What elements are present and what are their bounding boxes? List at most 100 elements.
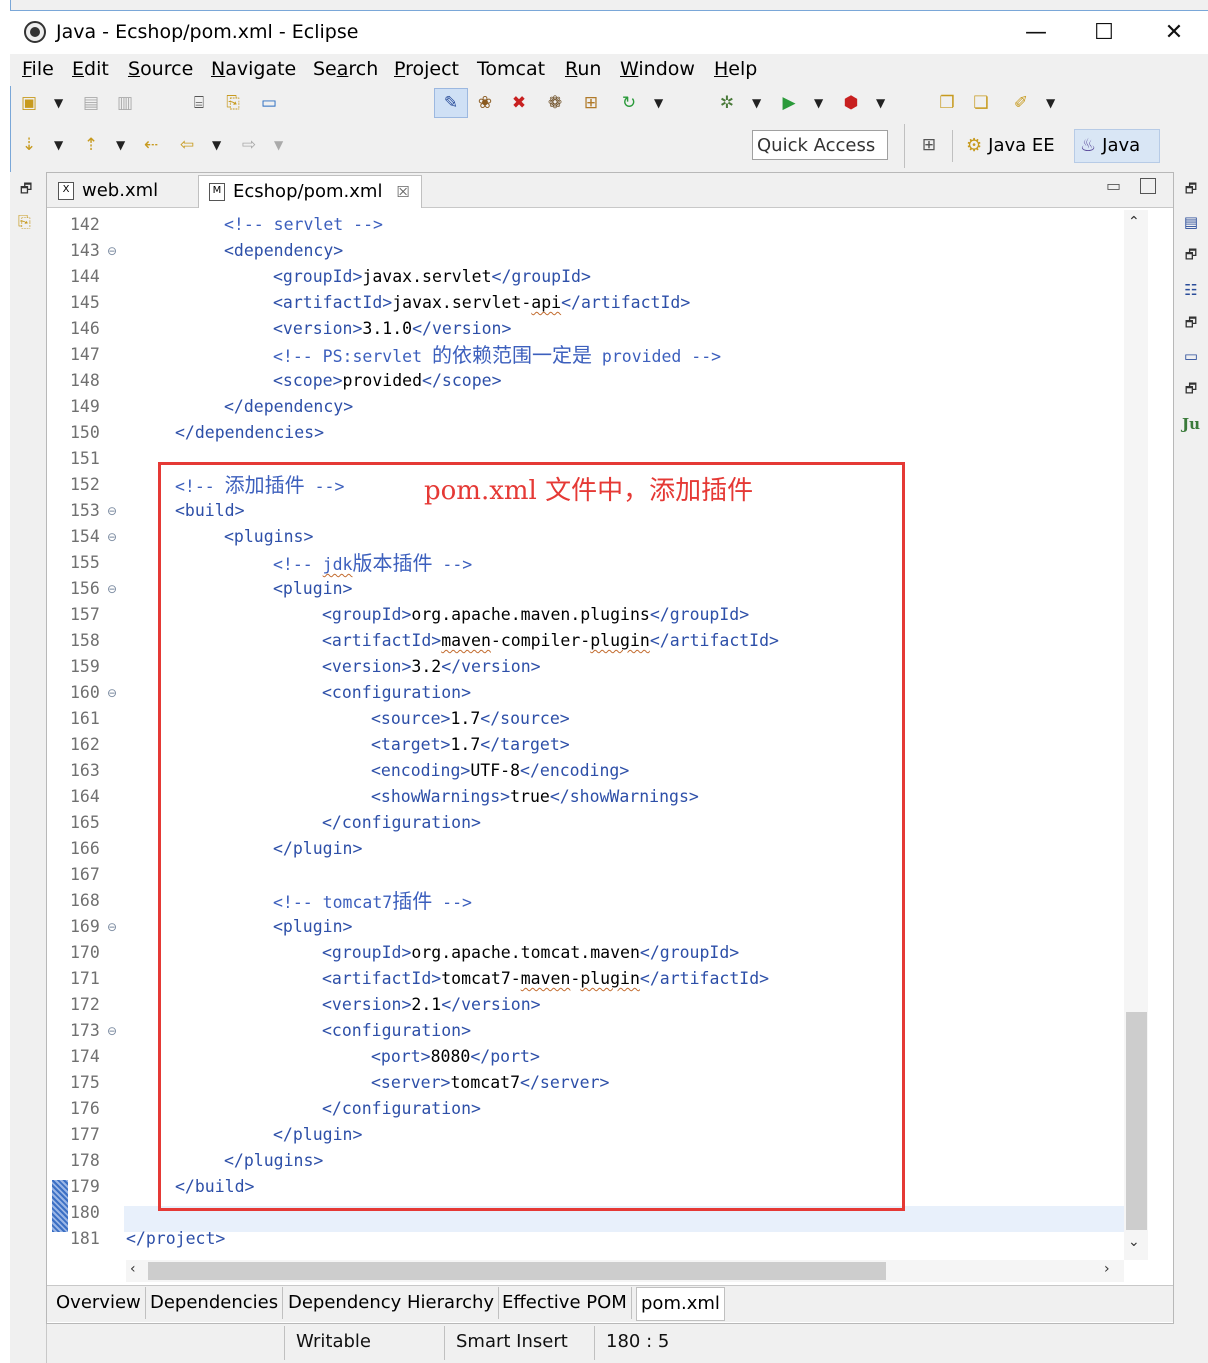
- tomcat-start-icon[interactable]: ❀: [474, 92, 496, 114]
- new-dropdown-icon[interactable]: ▼: [54, 96, 63, 110]
- vertical-scroll-thumb[interactable]: [1126, 1012, 1147, 1230]
- debug-icon[interactable]: ✲: [716, 92, 738, 114]
- close-button[interactable]: ✕: [1154, 17, 1194, 49]
- menu-file[interactable]: File: [22, 58, 54, 80]
- scroll-right-icon[interactable]: ›: [1104, 1261, 1110, 1277]
- open-folder-icon[interactable]: ❐: [936, 92, 958, 114]
- line-number: 163: [70, 761, 100, 780]
- tab-dependencies[interactable]: Dependencies: [146, 1287, 284, 1319]
- back-icon[interactable]: ⇦: [176, 134, 198, 156]
- refresh-icon[interactable]: ↻: [618, 92, 640, 114]
- prev-annotation-icon[interactable]: ⇡: [80, 134, 102, 156]
- fold-toggle-icon[interactable]: ⊖: [107, 680, 117, 706]
- menu-tomcat[interactable]: Tomcat: [477, 58, 545, 80]
- line-number: 176: [70, 1099, 100, 1118]
- tab-effective-pom[interactable]: Effective POM: [498, 1287, 632, 1319]
- fold-toggle-icon[interactable]: ⊖: [107, 576, 117, 602]
- code-line-149[interactable]: </dependency>: [126, 394, 353, 420]
- menu-run[interactable]: Run: [565, 58, 601, 80]
- tab-pom-xml[interactable]: M Ecshop/pom.xml ☒: [198, 175, 422, 208]
- java-type-icon[interactable]: ⌸: [188, 92, 210, 114]
- refresh-dropdown-icon[interactable]: ▼: [654, 96, 663, 110]
- new-icon[interactable]: ▣: [18, 92, 40, 114]
- fold-toggle-icon[interactable]: ⊖: [107, 524, 117, 550]
- code-line-147[interactable]: <!-- PS:servlet 的依赖范围一定是 provided -->: [126, 342, 721, 368]
- code-line-181[interactable]: </project>: [126, 1226, 225, 1252]
- save-icon[interactable]: ▤: [80, 92, 102, 114]
- restore-right-3-icon[interactable]: 🗗: [1181, 314, 1201, 334]
- maximize-editor-icon[interactable]: [1140, 178, 1156, 194]
- menu-window[interactable]: Window: [620, 58, 695, 80]
- pin-dropdown-icon[interactable]: ▼: [1046, 96, 1055, 110]
- code-line-146[interactable]: <version>3.1.0</version>: [126, 316, 511, 342]
- task-list-icon[interactable]: ☷: [1181, 280, 1201, 300]
- code-line-148[interactable]: <scope>provided</scope>: [126, 368, 502, 394]
- restore-right-2-icon[interactable]: 🗗: [1181, 246, 1201, 266]
- code-line-142[interactable]: <!-- servlet -->: [126, 212, 383, 238]
- menu-project[interactable]: Project: [394, 58, 459, 80]
- menu-help[interactable]: Help: [714, 58, 757, 80]
- tomcat-stop-icon[interactable]: ✖: [508, 92, 530, 114]
- restore-right-4-icon[interactable]: 🗗: [1181, 380, 1201, 400]
- junit-icon[interactable]: Ju: [1181, 414, 1201, 434]
- perspective-java[interactable]: ♨ Java: [1080, 130, 1140, 162]
- back-dropdown-icon[interactable]: ▼: [212, 138, 221, 152]
- code-line-144[interactable]: <groupId>javax.servlet</groupId>: [126, 264, 591, 290]
- console-view-icon[interactable]: ▭: [1181, 346, 1201, 366]
- close-tab-icon[interactable]: ☒: [396, 183, 409, 201]
- code-line-150[interactable]: </dependencies>: [126, 420, 324, 446]
- status-separator: [284, 1326, 285, 1360]
- annotation-red-box: [158, 462, 905, 1211]
- last-edit-icon[interactable]: ⇠: [140, 134, 162, 156]
- perspective-java-ee[interactable]: ⚙ Java EE: [966, 130, 1055, 162]
- external-tools-icon[interactable]: ⬢: [840, 92, 862, 114]
- minimize-button[interactable]: —: [1016, 17, 1056, 49]
- code-line-143[interactable]: <dependency>: [126, 238, 343, 264]
- menu-edit[interactable]: Edit: [72, 58, 109, 80]
- line-number: 159: [70, 657, 100, 676]
- tomcat-restart-icon[interactable]: ❁: [544, 92, 566, 114]
- tab-overview[interactable]: Overview: [52, 1287, 146, 1319]
- open-resource-icon[interactable]: ⎘: [222, 92, 244, 114]
- open-perspective-icon[interactable]: ⊞: [918, 134, 940, 156]
- line-number: 181: [70, 1229, 100, 1248]
- code-line-145[interactable]: <artifactId>javax.servlet-api</artifactI…: [126, 290, 690, 316]
- debug-dropdown-icon[interactable]: ▼: [752, 96, 761, 110]
- tab-web-xml[interactable]: Xweb.xml: [52, 175, 194, 207]
- pin-icon[interactable]: ✐: [1010, 92, 1032, 114]
- next-annotation-dropdown-icon[interactable]: ▼: [54, 138, 63, 152]
- menu-search[interactable]: Search: [313, 58, 378, 80]
- fold-toggle-icon[interactable]: ⊖: [107, 498, 117, 524]
- restore-icon[interactable]: 🗗: [20, 180, 32, 202]
- minimize-editor-icon[interactable]: ▭: [1106, 176, 1121, 195]
- package-icon[interactable]: ⊞: [580, 92, 602, 114]
- run-icon[interactable]: ▶: [778, 92, 800, 114]
- fold-toggle-icon[interactable]: ⊖: [107, 1018, 117, 1044]
- run-dropdown-icon[interactable]: ▼: [814, 96, 823, 110]
- external-tools-dropdown-icon[interactable]: ▼: [876, 96, 885, 110]
- console-icon[interactable]: ▭: [258, 92, 280, 114]
- line-number: 165: [70, 813, 100, 832]
- fold-toggle-icon[interactable]: ⊖: [107, 914, 117, 940]
- scroll-left-icon[interactable]: ‹: [130, 1261, 136, 1277]
- scroll-up-icon[interactable]: ⌃: [1128, 214, 1140, 230]
- horizontal-scroll-thumb[interactable]: [148, 1262, 886, 1280]
- quick-access-input[interactable]: Quick Access: [752, 130, 888, 160]
- restore-right-icon[interactable]: 🗗: [1181, 180, 1201, 200]
- prev-annotation-dropdown-icon[interactable]: ▼: [116, 138, 125, 152]
- tab-dependency-hierarchy[interactable]: Dependency Hierarchy: [284, 1287, 500, 1319]
- scroll-down-icon[interactable]: ⌄: [1128, 1234, 1140, 1250]
- menu-navigate[interactable]: Navigate: [211, 58, 296, 80]
- open-file-icon[interactable]: ❏: [970, 92, 992, 114]
- tab-pom-source[interactable]: pom.xml: [636, 1287, 725, 1321]
- annotation-text: pom.xml 文件中，添加插件: [424, 476, 754, 506]
- next-annotation-icon[interactable]: ⇣: [18, 134, 40, 156]
- save-all-icon[interactable]: ▥: [114, 92, 136, 114]
- maximize-button[interactable]: ☐: [1084, 17, 1124, 49]
- package-explorer-icon[interactable]: ⎘: [18, 212, 31, 232]
- forward-icon[interactable]: ⇨: [238, 134, 260, 156]
- fold-toggle-icon[interactable]: ⊖: [107, 238, 117, 264]
- menu-source[interactable]: Source: [128, 58, 193, 80]
- outline-icon[interactable]: ▤: [1181, 212, 1201, 232]
- forward-dropdown-icon[interactable]: ▼: [274, 138, 283, 152]
